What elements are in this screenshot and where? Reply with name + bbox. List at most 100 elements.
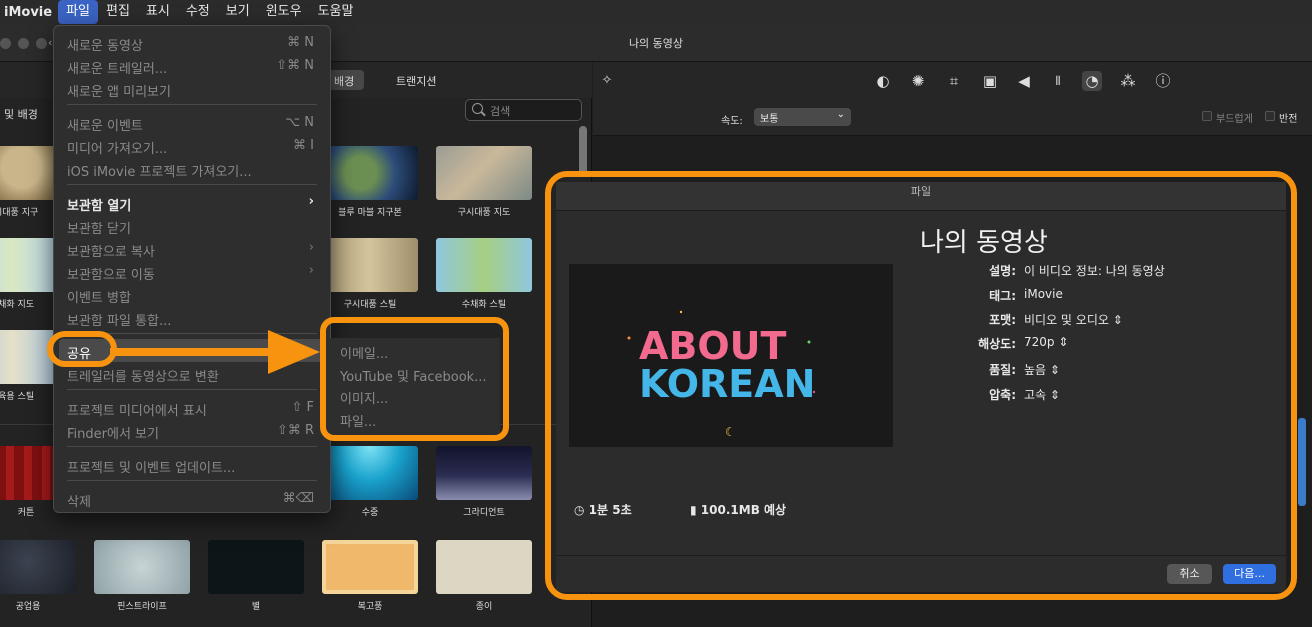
speed-value: 보통	[760, 114, 779, 125]
menu-item-label: 보관함 열기	[67, 199, 132, 214]
thumb-label: 수채화 지도	[0, 300, 35, 310]
speed-controls: 속도: 보통 ⌄ 부드럽게 반전	[593, 100, 1312, 136]
menu-mark[interactable]: 표시	[138, 0, 178, 24]
stabilization-icon[interactable]: ▣	[980, 71, 1000, 91]
magic-wand-icon[interactable]: ✧	[597, 71, 617, 91]
tab-transitions[interactable]: 트랜지션	[386, 70, 446, 90]
menu-item-open-library[interactable]: 보관함 열기 ›	[54, 191, 330, 214]
thumb-label: 수중	[361, 508, 379, 518]
info-icon[interactable]: ⓘ	[1153, 71, 1173, 91]
thumb-underwater[interactable]: 수중	[322, 446, 418, 518]
menu-item-label: 삭제	[67, 495, 91, 510]
menu-item-import-ios[interactable]: iOS iMovie 프로젝트 가져오기...	[54, 157, 330, 180]
menu-item-label: 새로운 앱 미리보기	[67, 85, 171, 100]
shortcut: ⌘ N	[287, 35, 314, 50]
menu-item-new-movie[interactable]: 새로운 동영상 ⌘ N	[54, 31, 330, 54]
menu-bar: iMovie 파일 편집 표시 수정 보기 윈도우 도움말	[0, 0, 1312, 24]
thumb-gradient[interactable]: 그라디언트	[436, 446, 532, 518]
chevron-right-icon: ›	[308, 263, 314, 278]
shortcut: ⇧⌘ R	[276, 423, 314, 438]
menu-item-reveal-finder[interactable]: Finder에서 보기 ⇧⌘ R	[54, 419, 330, 442]
menu-item-new-event[interactable]: 새로운 이벤트 ⌥ N	[54, 111, 330, 134]
menu-item-label: 미디어 가져오기...	[67, 142, 168, 157]
menu-item-label: 트레일러를 동영상으로 변환	[67, 370, 219, 385]
menu-item-reveal-project[interactable]: 프로젝트 미디어에서 표시 ⇧ F	[54, 396, 330, 419]
browser-scrollbar[interactable]	[579, 126, 587, 176]
search-icon	[472, 103, 483, 114]
thumb-label: 교육용 스틸	[0, 392, 35, 402]
speed-icon[interactable]: ◔	[1082, 71, 1102, 91]
shortcut: ⇧⌘ N	[276, 58, 314, 73]
menu-item-new-trailer[interactable]: 새로운 트레일러... ⇧⌘ N	[54, 54, 330, 77]
menu-item-label: 보관함으로 복사	[67, 245, 155, 260]
thumb-pinstripe[interactable]: 핀스트라이프	[94, 540, 190, 612]
thumb-label: 블루 마블 지구본	[338, 208, 402, 218]
menu-separator	[67, 184, 317, 185]
menu-item-import-media[interactable]: 미디어 가져오기... ⌘ I	[54, 134, 330, 157]
thumb-label: 구시대풍 지도	[457, 208, 511, 218]
volume-icon[interactable]: ◀	[1014, 71, 1034, 91]
menu-edit[interactable]: 편집	[98, 0, 138, 24]
thumb-industrial[interactable]: 공업용	[0, 540, 76, 612]
menu-item-label: iOS iMovie 프로젝트 가져오기...	[67, 165, 252, 180]
thumb-antique-globe[interactable]: 구시대풍 지구	[0, 146, 60, 218]
thumb-retro[interactable]: 복고풍	[322, 540, 418, 612]
thumb-label: 별	[251, 602, 261, 612]
menu-view[interactable]: 보기	[218, 0, 258, 24]
menu-help[interactable]: 도움말	[310, 0, 362, 24]
search-input[interactable]: 검색	[465, 99, 582, 121]
thumb-label: 핀스트라이프	[117, 602, 167, 612]
chevron-right-icon: ›	[308, 194, 314, 209]
shortcut: ⌘ I	[293, 138, 314, 153]
menu-item-label: Finder에서 보기	[67, 427, 159, 442]
speed-select[interactable]: 보통 ⌄	[754, 108, 851, 126]
menu-item-merge-events[interactable]: 이벤트 병합	[54, 283, 330, 306]
menu-separator	[67, 446, 317, 447]
menu-item-update[interactable]: 프로젝트 및 이벤트 업데이트...	[54, 453, 330, 476]
thumb-stars[interactable]: 별	[208, 540, 304, 612]
thumb-watercolor-map[interactable]: 수채화 지도	[0, 238, 60, 310]
menu-item-consolidate[interactable]: 보관함 파일 통합...	[54, 306, 330, 329]
annotation-dialog-highlight	[545, 171, 1297, 600]
speed-label: 속도:	[721, 116, 743, 127]
shortcut: ⌥ N	[285, 115, 314, 130]
color-correction-icon[interactable]: ✺	[908, 71, 928, 91]
menu-window[interactable]: 윈도우	[258, 0, 310, 24]
thumb-antique-still[interactable]: 구시대풍 스틸	[322, 238, 418, 310]
clip-filter-icon[interactable]: ⁂	[1118, 71, 1138, 91]
menu-item-label: 보관함으로 이동	[67, 268, 155, 283]
file-menu: 새로운 동영상 ⌘ N 새로운 트레일러... ⇧⌘ N 새로운 앱 미리보기 새로…	[53, 25, 331, 513]
timeline-scrollbar[interactable]	[1298, 418, 1306, 506]
reverse-checkbox[interactable]	[1265, 111, 1275, 121]
section-label: 및 배경	[4, 108, 38, 121]
menu-item-label: 보관함 파일 통합...	[67, 314, 172, 329]
thumb-antique-map[interactable]: 구시대풍 지도	[436, 146, 532, 218]
menu-separator	[67, 104, 317, 105]
thumb-watercolor-still[interactable]: 수채화 스틸	[436, 238, 532, 310]
thumb-paper[interactable]: 종이	[436, 540, 532, 612]
menu-item-label: 보관함 닫기	[67, 222, 131, 237]
thumb-blue-marble[interactable]: 블루 마블 지구본	[322, 146, 418, 218]
menu-item-delete[interactable]: 삭제 ⌘⌫	[54, 487, 330, 510]
thumb-label: 그라디언트	[463, 508, 505, 518]
menu-separator	[67, 389, 317, 390]
menu-item-move-to-library[interactable]: 보관함으로 이동 ›	[54, 260, 330, 283]
smooth-checkbox[interactable]	[1202, 111, 1212, 121]
crop-icon[interactable]: ⌗	[944, 71, 964, 91]
menu-file[interactable]: 파일	[58, 0, 98, 24]
annotation-arrow-shaft	[110, 348, 278, 356]
menu-item-close-library[interactable]: 보관함 닫기	[54, 214, 330, 237]
app-menu[interactable]: iMovie	[0, 5, 58, 20]
thumb-label: 공업용	[15, 602, 41, 612]
color-balance-icon[interactable]: ◐	[873, 71, 893, 91]
noise-reduction-icon[interactable]: ⦀	[1048, 71, 1068, 91]
menu-item-new-app-preview[interactable]: 새로운 앱 미리보기	[54, 77, 330, 100]
adjustment-toolbar: ✧ ◐ ✺ ⌗ ▣ ◀ ⦀ ◔ ⁂ ⓘ	[593, 62, 1312, 100]
menu-item-label: 새로운 트레일러...	[67, 62, 168, 77]
thumb-label: 복고풍	[357, 602, 383, 612]
smooth-label: 부드럽게	[1216, 114, 1253, 125]
thumb-label: 수채화 스틸	[461, 300, 507, 310]
menu-item-copy-to-library[interactable]: 보관함으로 복사 ›	[54, 237, 330, 260]
menu-separator	[67, 480, 317, 481]
menu-modify[interactable]: 수정	[178, 0, 218, 24]
